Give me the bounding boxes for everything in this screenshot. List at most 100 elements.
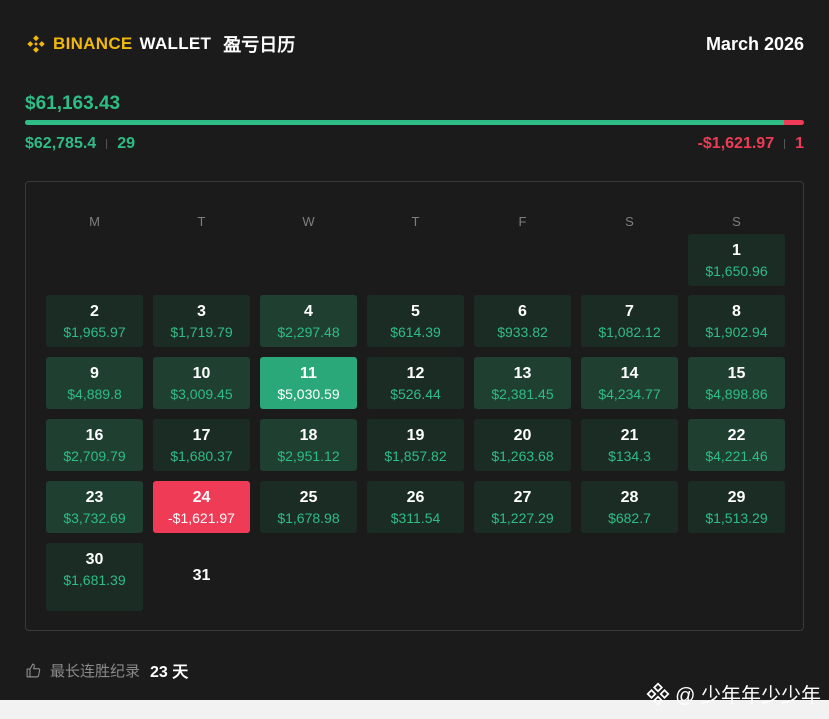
binance-square-logo-icon [646, 681, 670, 706]
day-number: 18 [299, 427, 318, 444]
day-number: 15 [727, 365, 746, 382]
day-number: 30 [85, 551, 104, 568]
day-pnl: $2,381.45 [491, 386, 554, 402]
weekday-label: T [411, 214, 420, 229]
net-pnl: $61,163.43 [25, 93, 121, 114]
day-cell-24[interactable]: 24 -$1,621.97 [153, 481, 250, 533]
day-cell-25[interactable]: 25 $1,678.98 [260, 481, 357, 533]
day-number: 31 [192, 567, 211, 584]
day-number: 28 [620, 489, 639, 506]
day-number: 26 [406, 489, 425, 506]
weekday-label: S [625, 214, 634, 229]
day-cell-31[interactable]: 31 [153, 543, 250, 611]
day-number: 13 [513, 365, 532, 382]
page-title: 盈亏日历 [223, 35, 296, 55]
pnl-ratio-bar-gain [25, 120, 784, 125]
day-pnl: $2,951.12 [277, 448, 340, 464]
gain-stats: $62,785.4 29 [25, 135, 135, 153]
day-cell-30[interactable]: 30 $1,681.39 [46, 543, 143, 611]
day-cell-4[interactable]: 4 $2,297.48 [260, 295, 357, 347]
day-pnl: $1,263.68 [491, 448, 554, 464]
day-number: 3 [197, 303, 206, 320]
day-cell-9[interactable]: 9 $4,889.8 [46, 357, 143, 409]
pnl-calendar-card: BINANCE WALLET 盈亏日历 March 2026 $61,163.4… [0, 0, 829, 700]
day-number: 24 [192, 489, 211, 506]
day-cell-19[interactable]: 19 $1,857.82 [367, 419, 464, 471]
loss-days: 1 [795, 135, 804, 152]
day-cell-20[interactable]: 20 $1,263.68 [474, 419, 571, 471]
day-cell-2[interactable]: 2 $1,965.97 [46, 295, 143, 347]
day-pnl: $1,082.12 [598, 324, 661, 340]
brand: BINANCE WALLET 盈亏日历 [25, 32, 295, 56]
day-cell-29[interactable]: 29 $1,513.29 [688, 481, 785, 533]
day-pnl: $1,719.79 [170, 324, 233, 340]
day-cell-18[interactable]: 18 $2,951.12 [260, 419, 357, 471]
day-cell-14[interactable]: 14 $4,234.77 [581, 357, 678, 409]
loss-stats: -$1,621.97 1 [698, 135, 804, 153]
day-cell-12[interactable]: 12 $526.44 [367, 357, 464, 409]
day-cell-13[interactable]: 13 $2,381.45 [474, 357, 571, 409]
brand-name: BINANCE [53, 34, 133, 53]
day-pnl: $1,857.82 [384, 448, 447, 464]
day-pnl: $1,681.39 [63, 572, 126, 588]
day-number: 7 [625, 303, 634, 320]
streak-value: 23 天 [150, 664, 189, 681]
streak-footer: 最长连胜纪录 23 天 [25, 658, 188, 682]
day-pnl: $1,650.96 [705, 263, 768, 279]
day-cell-15[interactable]: 15 $4,898.86 [688, 357, 785, 409]
day-cell-22[interactable]: 22 $4,221.46 [688, 419, 785, 471]
day-cell-27[interactable]: 27 $1,227.29 [474, 481, 571, 533]
brand-wallet: WALLET [139, 34, 212, 53]
day-cell-10[interactable]: 10 $3,009.45 [153, 357, 250, 409]
day-cell-7[interactable]: 7 $1,082.12 [581, 295, 678, 347]
weekday-label: F [518, 214, 527, 229]
day-pnl: $1,965.97 [63, 324, 126, 340]
day-number: 8 [732, 303, 741, 320]
day-cell-28[interactable]: 28 $682.7 [581, 481, 678, 533]
day-number: 4 [304, 303, 313, 320]
pnl-ratio-bar [25, 120, 804, 125]
day-number: 16 [85, 427, 104, 444]
day-cell-16[interactable]: 16 $2,709.79 [46, 419, 143, 471]
day-number: 11 [300, 365, 317, 382]
day-pnl: $1,227.29 [491, 510, 554, 526]
weekday-label: W [302, 214, 315, 229]
day-pnl: $2,709.79 [63, 448, 126, 464]
watermark-text: @ 少年年少少年 [675, 685, 821, 707]
day-cell-11[interactable]: 11 $5,030.59 [260, 357, 357, 409]
day-cell-21[interactable]: 21 $134.3 [581, 419, 678, 471]
thumbs-up-icon [26, 663, 41, 677]
day-number: 23 [85, 489, 104, 506]
day-cell-5[interactable]: 5 $614.39 [367, 295, 464, 347]
day-pnl: $1,513.29 [705, 510, 768, 526]
day-number: 19 [406, 427, 425, 444]
day-cell-3[interactable]: 3 $1,719.79 [153, 295, 250, 347]
day-number: 22 [727, 427, 746, 444]
day-number: 21 [620, 427, 639, 444]
day-pnl: $614.39 [390, 324, 441, 340]
day-number: 5 [411, 303, 420, 320]
day-pnl: $1,678.98 [277, 510, 340, 526]
day-number: 27 [513, 489, 532, 506]
day-pnl: $4,898.86 [705, 386, 768, 402]
day-pnl: $3,732.69 [63, 510, 126, 526]
day-cell-1[interactable]: 1 $1,650.96 [688, 234, 785, 286]
day-pnl: $682.7 [608, 510, 651, 526]
gain-total: $62,785.4 [25, 135, 97, 152]
day-number: 6 [518, 303, 527, 320]
day-cell-8[interactable]: 8 $1,902.94 [688, 295, 785, 347]
day-cell-17[interactable]: 17 $1,680.37 [153, 419, 250, 471]
day-number: 14 [620, 365, 639, 382]
weekday-label: S [732, 214, 741, 229]
loss-total: -$1,621.97 [697, 135, 775, 152]
day-pnl: $2,297.48 [277, 324, 340, 340]
day-number: 25 [299, 489, 318, 506]
day-cell-23[interactable]: 23 $3,732.69 [46, 481, 143, 533]
day-cell-26[interactable]: 26 $311.54 [367, 481, 464, 533]
day-pnl: $1,902.94 [705, 324, 768, 340]
calendar-grid: M T W T F S S 1 $1,650.96 2 $1,965.97 3 $1,71… [25, 181, 804, 631]
divider [106, 139, 108, 149]
day-number: 2 [90, 303, 99, 320]
watermark: @ 少年年少少年 [645, 679, 821, 708]
day-cell-6[interactable]: 6 $933.82 [474, 295, 571, 347]
